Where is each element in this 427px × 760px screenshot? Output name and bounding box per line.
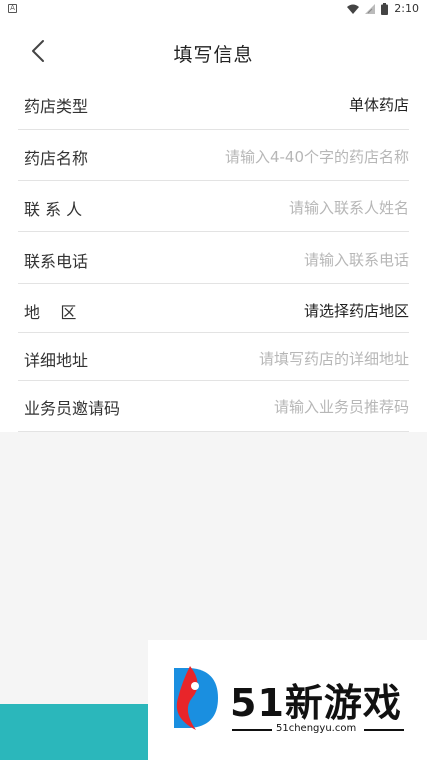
contact-person-label: 联 系 人 [24, 200, 83, 219]
address-label: 详细地址 [24, 351, 89, 370]
region-select[interactable]: 请选择药店地区 [304, 300, 409, 321]
watermark-divider-left [232, 729, 272, 731]
notification-icon: A [8, 4, 17, 13]
form-row-region[interactable]: 地 区 请选择药店地区 [18, 284, 409, 333]
pharmacy-name-input[interactable]: 请输入4-40个字的药店名称 [225, 146, 409, 167]
pharmacy-name-label: 药店名称 [24, 149, 89, 168]
watermark: 51新游戏 51chengyu.com [148, 640, 427, 760]
contact-person-input[interactable]: 请输入联系人姓名 [289, 197, 409, 218]
status-bar: A 2:10 [0, 0, 427, 18]
pharmacy-type-value: 单体药店 [348, 96, 409, 114]
submit-button[interactable] [0, 704, 150, 760]
battery-icon [381, 2, 389, 15]
invite-code-input[interactable]: 请输入业务员推荐码 [274, 396, 409, 417]
signal-icon [365, 3, 376, 14]
wifi-icon [347, 4, 360, 14]
pharmacy-type-label: 药店类型 [24, 97, 89, 116]
form-row-invite-code[interactable]: 业务员邀请码 请输入业务员推荐码 [18, 381, 409, 432]
watermark-brand: 51新游戏 [230, 681, 402, 725]
status-icons: 2:10 [347, 2, 419, 15]
form-row-contact-phone[interactable]: 联系电话 请输入联系电话 [18, 232, 409, 284]
form-row-pharmacy-type[interactable]: 药店类型 单体药店 [18, 84, 409, 130]
region-label: 地 区 [24, 303, 77, 322]
status-time: 2:10 [394, 2, 419, 15]
invite-code-label: 业务员邀请码 [24, 399, 121, 418]
watermark-logo-icon [174, 666, 218, 730]
form-row-address[interactable]: 详细地址 请填写药店的详细地址 [18, 333, 409, 381]
page-title: 填写信息 [173, 44, 254, 66]
contact-phone-label: 联系电话 [24, 252, 89, 271]
contact-phone-input[interactable]: 请输入联系电话 [304, 249, 409, 270]
address-input[interactable]: 请填写药店的详细地址 [259, 348, 409, 369]
watermark-url: 51chengyu.com [276, 723, 357, 734]
watermark-divider-right [364, 729, 404, 731]
pharmacy-info-form: 药店类型 单体药店 药店名称 请输入4-40个字的药店名称 联 系 人 请输入联… [0, 84, 427, 432]
form-row-pharmacy-name[interactable]: 药店名称 请输入4-40个字的药店名称 [18, 130, 409, 181]
form-row-contact-person[interactable]: 联 系 人 请输入联系人姓名 [18, 181, 409, 232]
header: 填写信息 [0, 18, 427, 84]
